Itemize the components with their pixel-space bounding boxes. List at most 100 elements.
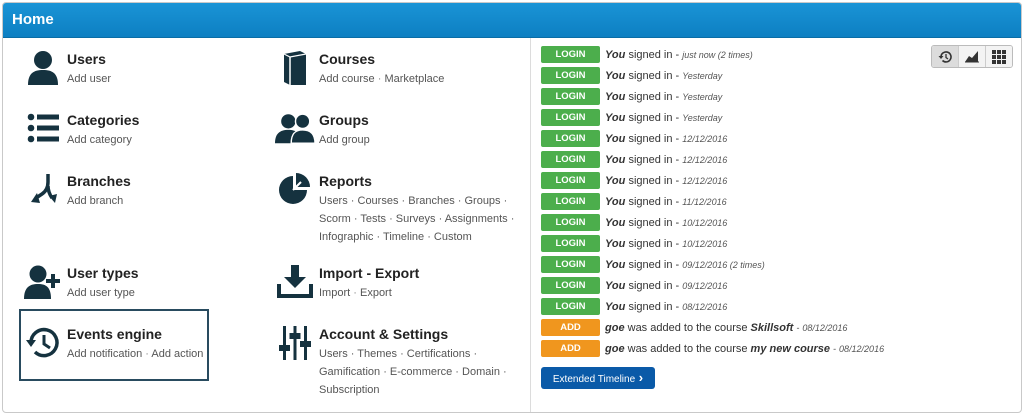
login-badge: LOGIN	[541, 88, 600, 105]
timeline-row: LOGIN You signed in - Yesterday	[541, 107, 884, 128]
download-icon[interactable]	[275, 262, 315, 304]
page-title: Home	[12, 11, 54, 28]
menu-import-export-title[interactable]: Import - Export	[319, 264, 419, 282]
event-time: Yesterday	[682, 112, 723, 123]
reports-links-line-1[interactable]: Users · Courses · Branches · Groups ·	[319, 192, 514, 210]
history-clock-icon[interactable]	[23, 323, 63, 365]
list-icon[interactable]	[23, 109, 63, 151]
timeline-row: LOGIN You signed in -09/12/2016 (2 times)	[541, 254, 884, 275]
home-panel: Home Users Add user Categories Add categ…	[2, 2, 1022, 413]
event-actor: You	[605, 111, 626, 124]
user-icon[interactable]	[23, 48, 63, 90]
login-badge: LOGIN	[541, 256, 600, 273]
event-actor: You	[605, 300, 626, 313]
branch-icon[interactable]	[23, 170, 63, 212]
event-time: just now (2 times)	[682, 49, 753, 60]
sliders-icon[interactable]	[275, 323, 315, 365]
settings-links-line-2[interactable]: Gamification · E-commerce · Domain ·	[319, 363, 507, 381]
timeline-row: ADD goe was added to the course Skillsoft…	[541, 317, 884, 338]
add-action-link[interactable]: Add action	[151, 348, 203, 360]
add-badge: ADD	[541, 319, 600, 336]
add-notification-link[interactable]: Add notification	[67, 348, 142, 360]
timeline-row: LOGIN You signed in - Yesterday	[541, 86, 884, 107]
settings-links-line-1[interactable]: Users · Themes · Certifications ·	[319, 345, 507, 363]
book-icon[interactable]	[275, 48, 315, 90]
import-link[interactable]: Import	[319, 287, 350, 299]
admin-menu: Users Add user Categories Add category B…	[3, 38, 531, 412]
group-icon[interactable]	[275, 109, 315, 151]
event-text: was added to the course	[627, 342, 748, 355]
event-actor: You	[605, 195, 626, 208]
timeline-row: LOGIN You signed in -12/12/2016	[541, 149, 884, 170]
event-separator: -	[833, 343, 837, 354]
export-link[interactable]: Export	[360, 287, 392, 299]
settings-links-line-3[interactable]: Subscription	[319, 381, 507, 399]
timeline-row: LOGIN You signed in - Yesterday	[541, 65, 884, 86]
event-text: signed in -	[628, 237, 680, 250]
menu-reports-title[interactable]: Reports	[319, 172, 514, 190]
timeline-row: LOGIN You signed in -10/12/2016	[541, 212, 884, 233]
add-user-link[interactable]: Add user	[67, 73, 111, 85]
menu-branches-title[interactable]: Branches	[67, 172, 131, 190]
event-text: signed in -	[628, 48, 680, 61]
timeline-list: LOGIN You signed in - just now (2 times) LO…	[541, 44, 884, 389]
event-actor: You	[605, 69, 626, 82]
menu-courses-title[interactable]: Courses	[319, 50, 444, 68]
timeline-row: LOGIN You signed in - just now (2 times)	[541, 44, 884, 65]
view-switcher	[931, 45, 1013, 68]
event-actor: You	[605, 237, 626, 250]
login-badge: LOGIN	[541, 235, 600, 252]
menu-users-title[interactable]: Users	[67, 50, 111, 68]
event-time: 09/12/2016 (2 times)	[682, 259, 765, 270]
event-actor: You	[605, 258, 626, 271]
reports-links-line-2[interactable]: Scorm · Tests · Surveys · Assignments ·	[319, 210, 514, 228]
extended-timeline-label: Extended Timeline	[552, 374, 636, 385]
event-actor[interactable]: goe	[605, 343, 625, 355]
marketplace-link[interactable]: Marketplace	[384, 73, 444, 85]
event-actor[interactable]: goe	[605, 322, 625, 334]
event-text: signed in -	[628, 195, 680, 208]
menu-events-engine-title[interactable]: Events engine	[67, 325, 203, 343]
add-user-type-link[interactable]: Add user type	[67, 287, 135, 299]
add-group-link[interactable]: Add group	[319, 134, 370, 146]
area-chart-icon[interactable]	[959, 46, 986, 67]
event-actor: You	[605, 132, 626, 145]
panel-header: Home	[3, 3, 1021, 38]
menu-categories-title[interactable]: Categories	[67, 111, 139, 129]
pie-chart-icon[interactable]	[275, 170, 315, 212]
event-time: 10/12/2016	[682, 217, 728, 228]
grid-icon[interactable]	[986, 46, 1012, 67]
login-badge: LOGIN	[541, 67, 600, 84]
event-time: 08/12/2016	[802, 322, 848, 333]
menu-events-engine: Events engine Add notification · Add act…	[23, 323, 203, 365]
event-text: signed in -	[628, 111, 680, 124]
history-view-icon[interactable]	[932, 46, 959, 67]
reports-links-line-3[interactable]: Infographic · Timeline · Custom	[319, 228, 514, 246]
add-badge: ADD	[541, 340, 600, 357]
add-course-link[interactable]: Add course	[319, 73, 375, 85]
event-text: signed in -	[628, 153, 680, 166]
timeline-panel: LOGIN You signed in - just now (2 times) LO…	[531, 38, 1021, 412]
menu-account-settings-title[interactable]: Account & Settings	[319, 325, 507, 343]
extended-timeline-button[interactable]: Extended Timeline ›	[541, 367, 655, 389]
menu-user-types-title[interactable]: User types	[67, 264, 139, 282]
add-branch-link[interactable]: Add branch	[67, 195, 123, 207]
add-category-link[interactable]: Add category	[67, 134, 132, 146]
event-actor: You	[605, 48, 626, 61]
event-text: signed in -	[628, 300, 680, 313]
user-add-icon[interactable]	[23, 262, 63, 304]
login-badge: LOGIN	[541, 214, 600, 231]
menu-reports: Reports Users · Courses · Branches · Gro…	[275, 170, 514, 246]
timeline-row: LOGIN You signed in -10/12/2016	[541, 233, 884, 254]
timeline-row: LOGIN You signed in -11/12/2016	[541, 191, 884, 212]
menu-users: Users Add user	[23, 48, 111, 90]
event-course-link[interactable]: my new course	[751, 343, 830, 355]
timeline-row: LOGIN You signed in -09/12/2016	[541, 275, 884, 296]
event-text: signed in -	[628, 216, 680, 229]
event-text: signed in -	[628, 132, 680, 145]
menu-groups-title[interactable]: Groups	[319, 111, 370, 129]
menu-user-types: User types Add user type	[23, 262, 139, 304]
event-course-link[interactable]: Skillsoft	[751, 322, 794, 334]
event-actor: You	[605, 174, 626, 187]
event-actor: You	[605, 216, 626, 229]
